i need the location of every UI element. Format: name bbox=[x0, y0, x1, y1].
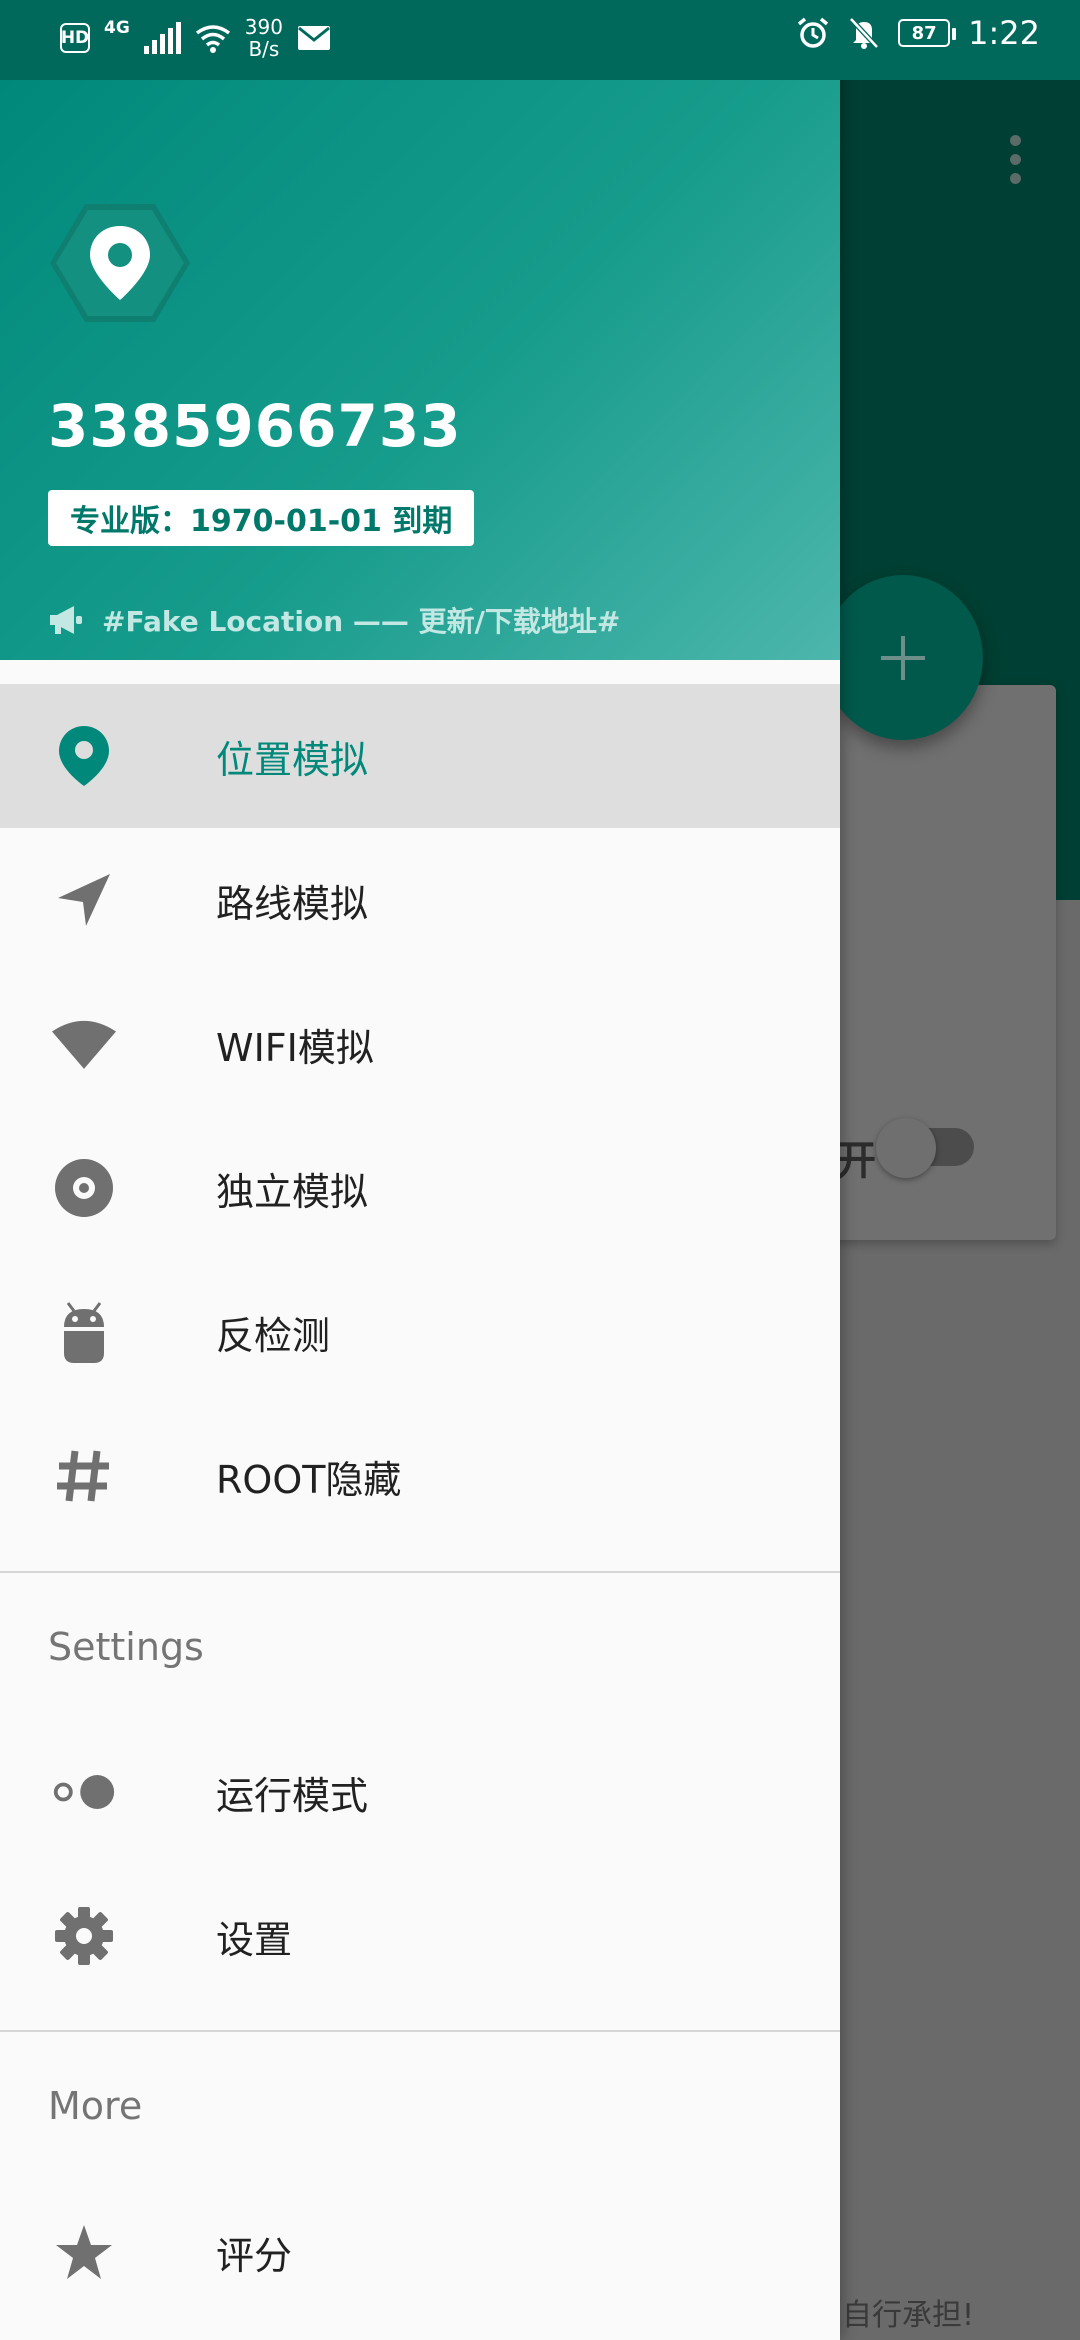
menu-label: 运行模式 bbox=[216, 1773, 369, 1818]
divider bbox=[0, 1571, 840, 1573]
add-fab-button[interactable] bbox=[823, 575, 983, 740]
drawer-header: 3385966733 专业版：1970-01-01 到期 #Fake Locat… bbox=[0, 80, 840, 660]
menu-label: 独立模拟 bbox=[216, 1169, 369, 1214]
menu-label: WIFI模拟 bbox=[216, 1025, 374, 1070]
menu-label: 评分 bbox=[216, 2233, 293, 2278]
hash-icon bbox=[52, 1444, 116, 1508]
wifi-status-icon bbox=[195, 25, 230, 53]
menu-item-wifi-sim[interactable]: WIFI模拟 bbox=[0, 972, 840, 1116]
app-logo-icon bbox=[50, 204, 190, 322]
user-id: 3385966733 bbox=[48, 392, 462, 460]
mute-bell-icon bbox=[849, 17, 879, 49]
menu-item-settings[interactable]: 设置 bbox=[0, 1864, 840, 2008]
network-type: 4G bbox=[104, 17, 130, 38]
navigation-drawer: 3385966733 专业版：1970-01-01 到期 #Fake Locat… bbox=[0, 0, 840, 2340]
menu-item-anti-detect[interactable]: 反检测 bbox=[0, 1260, 840, 1404]
location-pin-icon bbox=[52, 724, 116, 788]
status-bar: HD 4G 390 B/s 87 1:22 bbox=[0, 0, 1080, 80]
menu-label: ROOT隐藏 bbox=[216, 1457, 402, 1502]
menu-label: 路线模拟 bbox=[216, 881, 369, 926]
update-notice[interactable]: #Fake Location —— 更新/下载地址# bbox=[48, 600, 620, 640]
wifi-icon bbox=[52, 1012, 116, 1076]
section-title-settings: Settings bbox=[48, 1625, 204, 1669]
hd-icon: HD bbox=[60, 23, 90, 53]
menu-item-location-sim[interactable]: 位置模拟 bbox=[0, 684, 840, 828]
card-toggle-label: 开 bbox=[836, 1138, 876, 1184]
divider bbox=[0, 2030, 840, 2032]
section-title-more: More bbox=[48, 2084, 143, 2128]
network-speed: 390 B/s bbox=[244, 15, 283, 61]
menu-item-run-mode[interactable]: 运行模式 bbox=[0, 1720, 840, 1864]
menu-label: 位置模拟 bbox=[216, 737, 369, 782]
disc-icon bbox=[52, 1156, 116, 1220]
megaphone-icon bbox=[50, 606, 82, 634]
signal-icon bbox=[143, 22, 181, 54]
plan-badge: 专业版：1970-01-01 到期 bbox=[48, 490, 475, 546]
footer-disclaimer: 自行承担! bbox=[842, 2298, 975, 2333]
menu-label: 反检测 bbox=[216, 1313, 331, 1358]
battery-icon: 87 bbox=[898, 19, 957, 47]
star-icon bbox=[52, 2220, 116, 2284]
menu-item-route-sim[interactable]: 路线模拟 bbox=[0, 828, 840, 972]
menu-item-rate[interactable]: 评分 bbox=[0, 2180, 840, 2324]
notice-text: #Fake Location —— 更新/下载地址# bbox=[102, 605, 621, 638]
menu-label: 设置 bbox=[216, 1917, 293, 1962]
mail-icon bbox=[297, 26, 330, 50]
android-icon bbox=[52, 1300, 116, 1364]
menu-item-root-hide[interactable]: ROOT隐藏 bbox=[0, 1404, 840, 1548]
navigation-arrow-icon bbox=[52, 868, 116, 932]
card-toggle-thumb[interactable] bbox=[876, 1118, 936, 1178]
menu-item-independent-sim[interactable]: 独立模拟 bbox=[0, 1116, 840, 1260]
gear-icon bbox=[52, 1904, 116, 1968]
clock: 1:22 bbox=[968, 14, 1040, 52]
overflow-menu-icon[interactable] bbox=[1000, 135, 1030, 195]
alarm-icon bbox=[798, 17, 829, 48]
run-mode-toggle-icon bbox=[52, 1760, 116, 1824]
